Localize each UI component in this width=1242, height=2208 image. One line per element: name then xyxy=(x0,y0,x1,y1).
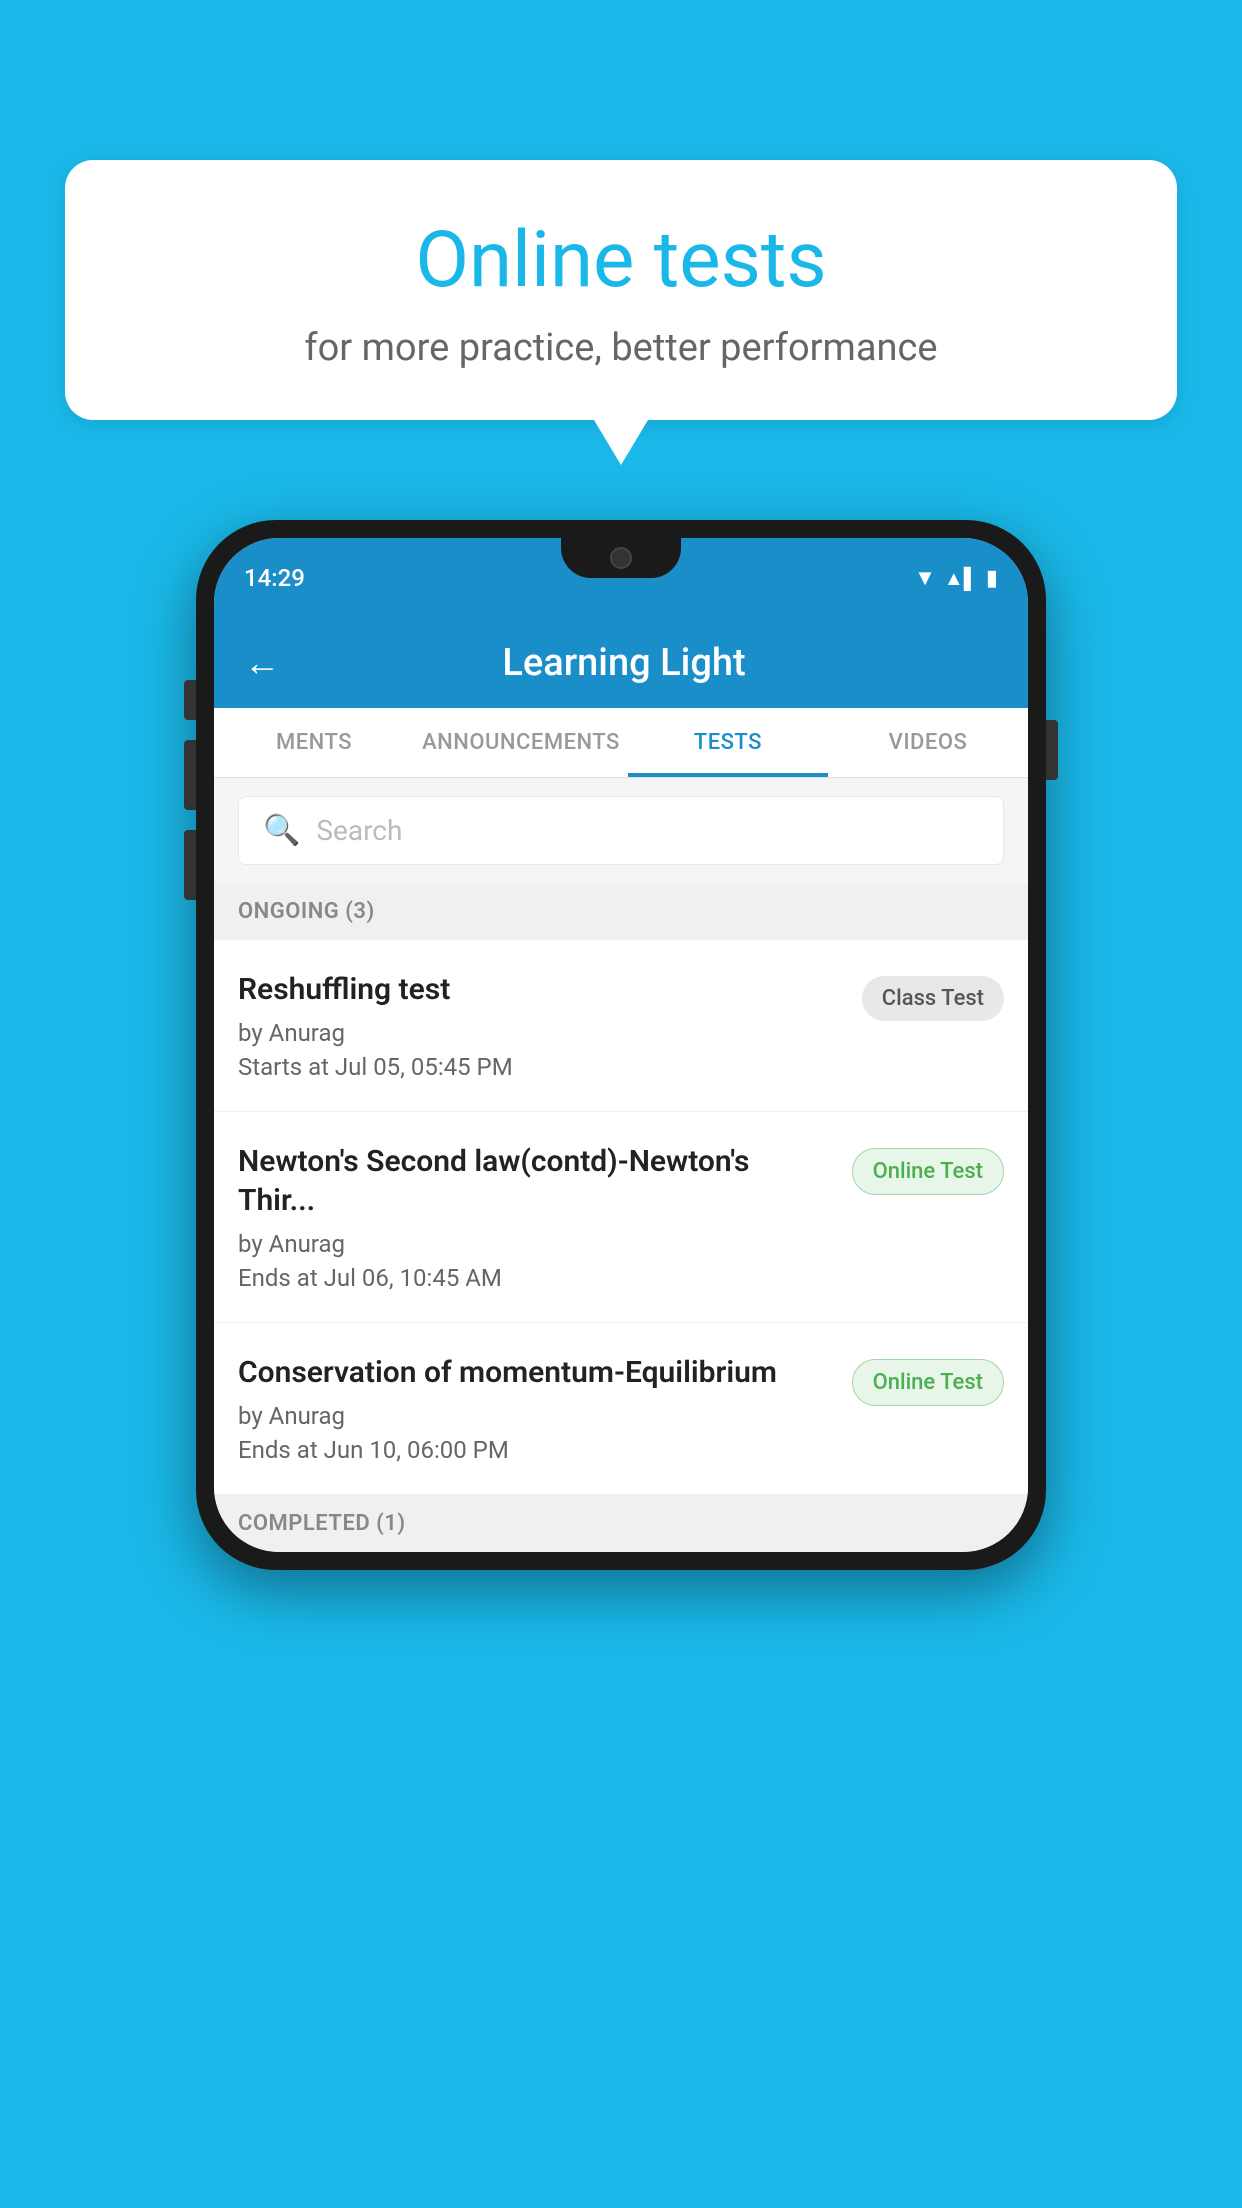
back-button[interactable]: ← xyxy=(244,642,280,684)
test-item[interactable]: Reshuffling test by Anurag Starts at Jul… xyxy=(214,940,1028,1112)
phone-side-button-power xyxy=(1046,720,1058,780)
tab-videos[interactable]: VIDEOS xyxy=(828,708,1028,777)
phone-frame: 14:29 ▼ ▲▌ ▮ ← Learning Light MENTS ANNO… xyxy=(196,520,1046,1570)
test-date: Ends at Jun 10, 06:00 PM xyxy=(238,1436,832,1464)
test-author: by Anurag xyxy=(238,1019,842,1047)
test-info: Conservation of momentum-Equilibrium by … xyxy=(238,1353,832,1464)
speech-bubble-container: Online tests for more practice, better p… xyxy=(65,160,1177,420)
test-author: by Anurag xyxy=(238,1230,832,1258)
phone-container: 14:29 ▼ ▲▌ ▮ ← Learning Light MENTS ANNO… xyxy=(196,520,1046,1570)
search-icon: 🔍 xyxy=(263,813,300,848)
app-title: Learning Light xyxy=(310,641,938,685)
test-badge-online-2: Online Test xyxy=(852,1359,1004,1406)
test-badge-class: Class Test xyxy=(862,976,1004,1021)
tab-tests[interactable]: TESTS xyxy=(628,708,828,777)
phone-notch xyxy=(561,538,681,578)
tab-announcements[interactable]: ANNOUNCEMENTS xyxy=(414,708,628,777)
test-name: Newton's Second law(contd)-Newton's Thir… xyxy=(238,1142,832,1220)
ongoing-label: ONGOING (3) xyxy=(238,899,375,924)
phone-screen: 14:29 ▼ ▲▌ ▮ ← Learning Light MENTS ANNO… xyxy=(214,538,1028,1552)
speech-bubble: Online tests for more practice, better p… xyxy=(65,160,1177,420)
search-input[interactable]: Search xyxy=(316,814,402,847)
test-item[interactable]: Conservation of momentum-Equilibrium by … xyxy=(214,1323,1028,1495)
status-bar: 14:29 ▼ ▲▌ ▮ xyxy=(214,538,1028,618)
test-item[interactable]: Newton's Second law(contd)-Newton's Thir… xyxy=(214,1112,1028,1323)
test-info: Reshuffling test by Anurag Starts at Jul… xyxy=(238,970,842,1081)
bubble-subtitle: for more practice, better performance xyxy=(125,326,1117,370)
status-time: 14:29 xyxy=(244,564,305,592)
ongoing-section-header: ONGOING (3) xyxy=(214,883,1028,940)
app-header: ← Learning Light xyxy=(214,618,1028,708)
phone-side-button-vol-down xyxy=(184,830,196,900)
tab-ments[interactable]: MENTS xyxy=(214,708,414,777)
test-author: by Anurag xyxy=(238,1402,832,1430)
search-container: 🔍 Search xyxy=(214,778,1028,883)
tabs-container: MENTS ANNOUNCEMENTS TESTS VIDEOS xyxy=(214,708,1028,778)
test-date: Starts at Jul 05, 05:45 PM xyxy=(238,1053,842,1081)
signal-icon: ▲▌ xyxy=(944,566,978,591)
completed-section-header: COMPLETED (1) xyxy=(214,1495,1028,1552)
status-icons: ▼ ▲▌ ▮ xyxy=(914,565,998,591)
test-name: Conservation of momentum-Equilibrium xyxy=(238,1353,832,1392)
search-bar[interactable]: 🔍 Search xyxy=(238,796,1004,865)
bubble-title: Online tests xyxy=(125,215,1117,306)
tests-list: Reshuffling test by Anurag Starts at Jul… xyxy=(214,940,1028,1495)
test-badge-online: Online Test xyxy=(852,1148,1004,1195)
test-info: Newton's Second law(contd)-Newton's Thir… xyxy=(238,1142,832,1292)
test-date: Ends at Jul 06, 10:45 AM xyxy=(238,1264,832,1292)
test-name: Reshuffling test xyxy=(238,970,842,1009)
completed-label: COMPLETED (1) xyxy=(238,1511,406,1536)
phone-camera xyxy=(610,547,632,569)
phone-side-button-silent xyxy=(184,680,196,720)
wifi-icon: ▼ xyxy=(914,565,936,591)
phone-side-button-vol-up xyxy=(184,740,196,810)
battery-icon: ▮ xyxy=(986,566,998,591)
